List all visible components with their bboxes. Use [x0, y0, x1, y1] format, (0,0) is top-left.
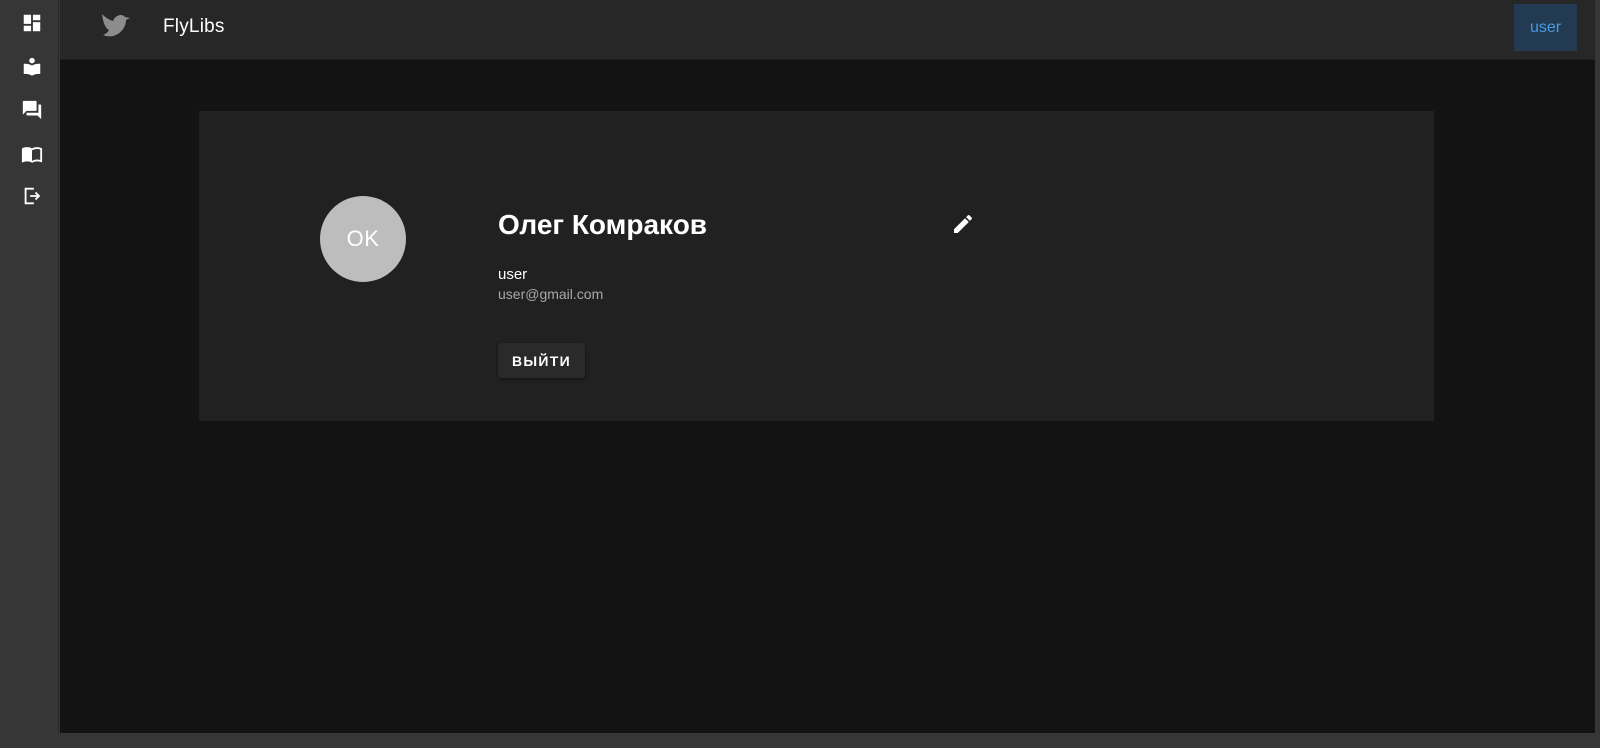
- rail-item-reader[interactable]: [4, 47, 59, 87]
- bird-logo-icon[interactable]: [100, 10, 138, 42]
- window-edge-right: [1595, 60, 1600, 733]
- edit-profile-button[interactable]: [951, 212, 975, 236]
- rail-item-library[interactable]: [4, 134, 59, 174]
- bird-icon: [102, 14, 130, 37]
- main-content: OK Олег Комраков user user@gmail.com ВЫЙ…: [60, 60, 1595, 733]
- top-app-bar: FlyLibs user: [60, 0, 1595, 60]
- rail-item-logout[interactable]: [4, 176, 59, 216]
- rail-item-dashboard[interactable]: [4, 3, 59, 43]
- profile-card: OK Олег Комраков user user@gmail.com ВЫЙ…: [199, 111, 1434, 421]
- app-title: FlyLibs: [163, 16, 225, 37]
- rail-item-forum[interactable]: [4, 90, 59, 130]
- profile-email: user@gmail.com: [498, 286, 604, 302]
- profile-full-name: Олег Комраков: [498, 209, 708, 240]
- app-window: FlyLibs user OK Олег Комраков user user@…: [0, 0, 1600, 748]
- window-edge-bottom: [0, 733, 1600, 748]
- profile-username: user: [498, 266, 528, 283]
- dashboard-icon: [23, 14, 40, 32]
- side-navigation-rail: [4, 0, 59, 733]
- reader-icon: [23, 57, 40, 76]
- logout-icon: [24, 187, 40, 205]
- pencil-icon: [954, 214, 973, 233]
- book-icon: [21, 147, 42, 163]
- avatar: OK: [320, 196, 406, 282]
- user-menu-button[interactable]: user: [1514, 4, 1577, 51]
- forum-icon: [22, 100, 41, 120]
- logout-button[interactable]: ВЫЙТИ: [498, 343, 585, 378]
